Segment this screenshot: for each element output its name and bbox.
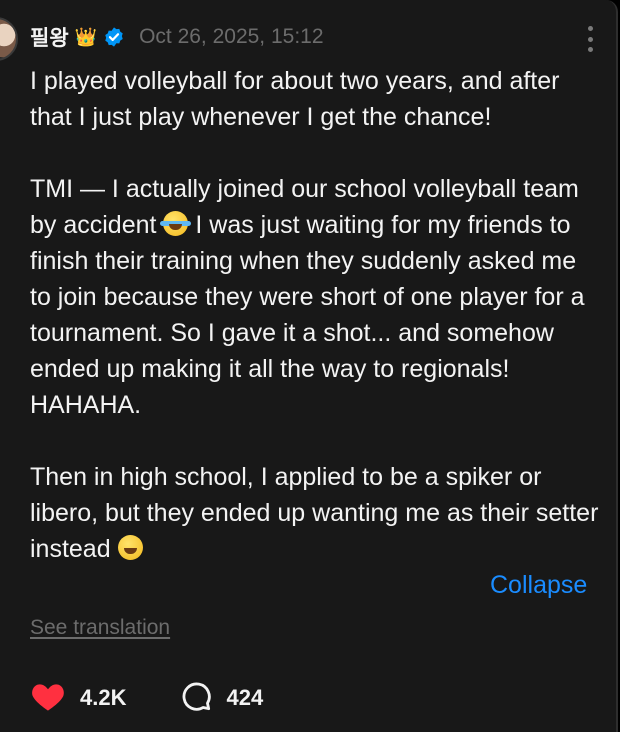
paragraph-1: I played volleyball for about two years,… [30, 67, 560, 131]
collapse-button[interactable]: Collapse [490, 567, 587, 603]
crown-emoji: 👑 [74, 26, 98, 48]
timestamp: Oct 26, 2025, 15:12 [139, 25, 324, 48]
like-button[interactable]: 4.2K [30, 680, 126, 717]
post-body: I played volleyball for about two years,… [30, 63, 600, 567]
paragraph-3: Then in high school, I applied to be a s… [30, 459, 600, 567]
paragraph-2-part-2: I was just waiting for my friends to fin… [30, 211, 585, 419]
reply-count: 424 [226, 685, 264, 710]
heart-icon [30, 680, 66, 717]
more-icon[interactable] [584, 26, 596, 52]
paragraph-3-text: Then in high school, I applied to be a s… [30, 463, 599, 563]
grinning-squint-emoji [117, 535, 143, 560]
tears-of-joy-emoji [160, 211, 192, 236]
paragraph-2: TMI — I actually joined our school volle… [30, 171, 600, 423]
username[interactable]: 필왕 [30, 22, 69, 52]
reply-icon [180, 680, 212, 717]
see-translation-link[interactable]: See translation [30, 616, 170, 640]
post-header: 필왕 👑 Oct 26, 2025, 15:12 [30, 22, 324, 52]
reply-button[interactable]: 424 [180, 680, 263, 717]
action-bar: 4.2K 424 [30, 680, 263, 716]
post-card: 필왕 👑 Oct 26, 2025, 15:12 I played volley… [0, 0, 618, 732]
like-count: 4.2K [80, 685, 127, 710]
verified-icon [103, 26, 125, 48]
avatar[interactable] [0, 17, 18, 61]
